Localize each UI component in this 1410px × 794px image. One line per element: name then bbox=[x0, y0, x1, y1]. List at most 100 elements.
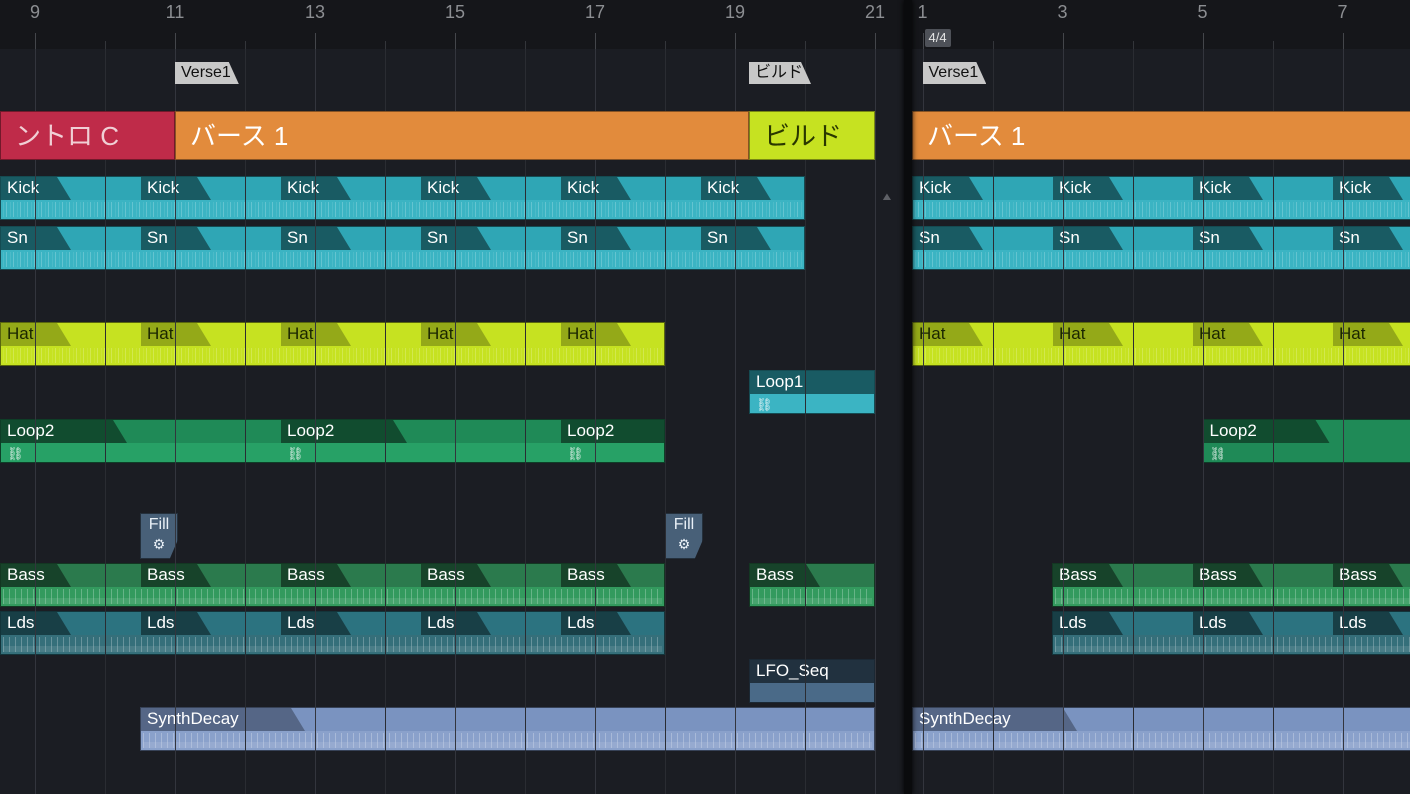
grid-line bbox=[735, 49, 736, 794]
grid-line bbox=[1343, 49, 1344, 794]
clip-label: Hat bbox=[1, 323, 71, 346]
marker[interactable]: Verse1 bbox=[175, 62, 239, 84]
arranger-part[interactable]: ビルド bbox=[749, 111, 875, 160]
clip-body bbox=[750, 683, 874, 702]
fill-clip[interactable]: Fill ⚙ bbox=[140, 513, 178, 559]
clip[interactable]: KickKickKickKickKickKick bbox=[0, 176, 805, 220]
marker[interactable]: ビルド bbox=[749, 62, 811, 84]
clip-label: Kick bbox=[1053, 177, 1123, 200]
arranger-part[interactable]: バース 1 bbox=[175, 111, 749, 160]
marker-lane[interactable]: Verse1 ビルド bbox=[0, 62, 904, 88]
ruler-bar-number: 11 bbox=[166, 2, 185, 23]
clip[interactable]: Loop1⛓ bbox=[749, 370, 875, 414]
clip-label: Loop2 bbox=[1, 420, 127, 443]
ruler-bar-number: 13 bbox=[305, 2, 325, 23]
clip[interactable]: SnSnSnSnSnSn bbox=[0, 226, 805, 270]
chain-link-icon: ⛓ bbox=[567, 446, 584, 462]
grid-line bbox=[1063, 49, 1064, 794]
clip-label: Fill bbox=[141, 516, 177, 534]
ruler-tick bbox=[875, 33, 876, 49]
clip-label: Sn bbox=[281, 227, 351, 250]
clip-label: Sn bbox=[701, 227, 771, 250]
clip-label: Hat bbox=[561, 323, 631, 346]
midi-notes bbox=[1055, 637, 1410, 652]
grid-line bbox=[875, 49, 876, 794]
clip-label: Hat bbox=[1193, 323, 1263, 346]
clip-label: Sn bbox=[1333, 227, 1403, 250]
grid-line bbox=[595, 49, 596, 794]
clip-label: Bass bbox=[141, 564, 211, 587]
clip-label: Lds bbox=[1, 612, 71, 635]
clip-label: Sn bbox=[421, 227, 491, 250]
clip-label: Lds bbox=[281, 612, 351, 635]
clip-body bbox=[1, 587, 664, 606]
clip[interactable]: SynthDecay bbox=[140, 707, 875, 751]
arrange-pane-left[interactable]: 9111315171921Verse1ビルドントロ Cバース 1ビルド▲Kick… bbox=[0, 0, 904, 794]
clip-body bbox=[1, 443, 664, 462]
clip[interactable]: LdsLdsLds bbox=[1052, 611, 1410, 655]
clip-label: Hat bbox=[421, 323, 491, 346]
clip-label: Hat bbox=[1333, 323, 1403, 346]
clip[interactable]: LFO_Seq bbox=[749, 659, 875, 703]
clip[interactable]: Loop2Loop2Loop2⛓⛓⛓ bbox=[0, 419, 665, 463]
clip-label: SynthDecay bbox=[913, 708, 1077, 731]
clip-body bbox=[1, 250, 804, 269]
clip-label: Kick bbox=[141, 177, 211, 200]
clip-label: Lds bbox=[421, 612, 491, 635]
grid-line bbox=[175, 49, 176, 794]
grid-line bbox=[1273, 49, 1274, 794]
clip[interactable]: HatHatHatHatHat bbox=[0, 322, 665, 366]
pane-splitter[interactable] bbox=[904, 0, 912, 794]
clip[interactable]: SynthDecay bbox=[912, 707, 1410, 751]
arrange-pane-right[interactable]: 13574/4Verse1バース 1KickKickKickKickSnSnSn… bbox=[912, 0, 1410, 794]
clip-label: Loop2 bbox=[1204, 420, 1330, 443]
clip-label: Kick bbox=[1193, 177, 1263, 200]
midi-notes bbox=[1055, 589, 1410, 604]
waveform bbox=[3, 202, 802, 217]
clip[interactable]: Bass bbox=[749, 563, 875, 607]
chain-link-icon: ⛓ bbox=[287, 446, 304, 462]
grid-line bbox=[665, 49, 666, 794]
arranger-lane[interactable]: ントロ Cバース 1ビルド bbox=[0, 111, 904, 160]
scroll-up-icon[interactable]: ▲ bbox=[880, 190, 894, 203]
timeline-ruler[interactable]: 9111315171921 bbox=[0, 0, 904, 49]
time-signature-flag[interactable]: 4/4 bbox=[925, 29, 951, 47]
clip-body bbox=[141, 731, 874, 750]
clip-label: Kick bbox=[913, 177, 983, 200]
ruler-bar-number: 3 bbox=[1057, 2, 1067, 23]
clip-label: Bass bbox=[1, 564, 71, 587]
ruler-bar-number: 17 bbox=[585, 2, 605, 23]
clip-label: Kick bbox=[281, 177, 351, 200]
arranger-part[interactable]: バース 1 bbox=[912, 111, 1410, 160]
marker-lane[interactable]: Verse1 bbox=[912, 62, 1410, 88]
clip[interactable]: BassBassBass bbox=[1052, 563, 1410, 607]
ruler-tick bbox=[595, 33, 596, 49]
gear-icon[interactable]: ⚙ bbox=[666, 536, 702, 553]
clip-label: Kick bbox=[421, 177, 491, 200]
fill-clip[interactable]: Fill⚙ bbox=[665, 513, 703, 559]
clip-label: SynthDecay bbox=[141, 708, 305, 731]
arranger-part[interactable]: ントロ C bbox=[0, 111, 175, 160]
clip[interactable]: HatHatHatHat bbox=[912, 322, 1410, 366]
ruler-tick bbox=[455, 33, 456, 49]
ruler-tick bbox=[1133, 41, 1134, 49]
gear-icon[interactable]: ⚙ bbox=[141, 536, 177, 553]
clip[interactable]: Loop2⛓ bbox=[1203, 419, 1410, 463]
clip[interactable]: LdsLdsLdsLdsLds bbox=[0, 611, 665, 655]
ruler-bar-number: 5 bbox=[1197, 2, 1207, 23]
grid-line bbox=[315, 49, 316, 794]
clip-label: Bass bbox=[561, 564, 631, 587]
clip-body bbox=[913, 200, 1410, 219]
timeline-ruler[interactable]: 13574/4 bbox=[912, 0, 1410, 49]
grid-line bbox=[455, 49, 456, 794]
clip[interactable]: KickKickKickKick bbox=[912, 176, 1410, 220]
clip-label: Lds bbox=[561, 612, 631, 635]
ruler-tick bbox=[525, 41, 526, 49]
clip-label: LFO_Seq bbox=[750, 660, 875, 683]
ruler-tick bbox=[385, 41, 386, 49]
clip-body bbox=[1, 200, 804, 219]
arranger-lane[interactable]: バース 1 bbox=[912, 111, 1410, 160]
clip[interactable]: BassBassBassBassBass bbox=[0, 563, 665, 607]
marker[interactable]: Verse1 bbox=[923, 62, 987, 84]
clip[interactable]: SnSnSnSn bbox=[912, 226, 1410, 270]
